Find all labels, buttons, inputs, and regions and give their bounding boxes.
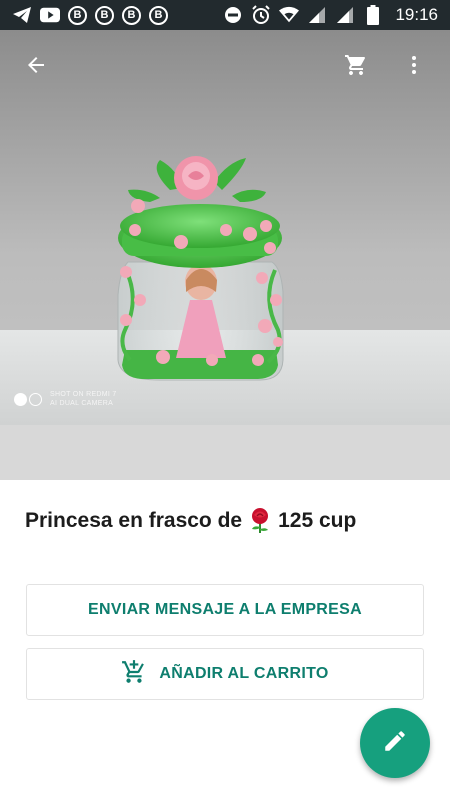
signal-icon	[335, 6, 355, 24]
product-title: Princesa en frasco de 125 cup	[25, 508, 356, 534]
pencil-icon	[382, 728, 408, 759]
battery-icon	[363, 5, 383, 25]
title-price: 125 cup	[278, 509, 357, 532]
b-badge-icon: B	[122, 5, 141, 25]
status-bar: B B B B 19:16	[0, 0, 450, 30]
product-photo[interactable]: SHOT ON REDMI 7 AI DUAL CAMERA	[0, 30, 450, 480]
wifi-icon	[279, 6, 300, 24]
b-badge-icon: B	[95, 5, 114, 25]
do-not-disturb-icon	[223, 6, 243, 24]
clock: 19:16	[395, 5, 438, 24]
youtube-icon	[40, 6, 60, 24]
notification-icons: B B B B	[12, 5, 168, 25]
watermark-logo	[14, 392, 42, 406]
system-icons: 19:16	[223, 5, 438, 25]
photo-toolbar	[0, 30, 450, 100]
watermark-line2: AI DUAL CAMERA	[50, 400, 114, 407]
b-badge-icon: B	[149, 5, 168, 25]
title-text-start: Princesa en frasco de	[25, 509, 243, 532]
telegram-icon	[12, 6, 32, 24]
camera-watermark: SHOT ON REDMI 7 AI DUAL CAMERA	[14, 390, 117, 408]
product-screen: B B B B 19:16 SHOT ON REDMI 7 AI DUAL CA…	[0, 0, 450, 800]
arrow-back-icon[interactable]	[16, 45, 56, 85]
watermark-line1: SHOT ON REDMI 7	[50, 391, 117, 398]
b-badge-icon: B	[68, 5, 87, 25]
edit-fab-button[interactable]	[360, 708, 430, 778]
shopping-cart-icon[interactable]	[336, 45, 376, 85]
add-shopping-cart-icon	[121, 659, 147, 690]
signal-icon	[307, 6, 327, 24]
add-to-cart-button[interactable]: AÑADIR AL CARRITO	[26, 648, 424, 700]
more-vert-icon[interactable]	[394, 45, 434, 85]
alarm-icon	[251, 5, 271, 24]
send-message-label: ENVIAR MENSAJE A LA EMPRESA	[88, 601, 362, 618]
send-message-button[interactable]: ENVIAR MENSAJE A LA EMPRESA	[26, 584, 424, 636]
add-to-cart-label: AÑADIR AL CARRITO	[159, 665, 329, 682]
rose-icon	[248, 508, 272, 534]
